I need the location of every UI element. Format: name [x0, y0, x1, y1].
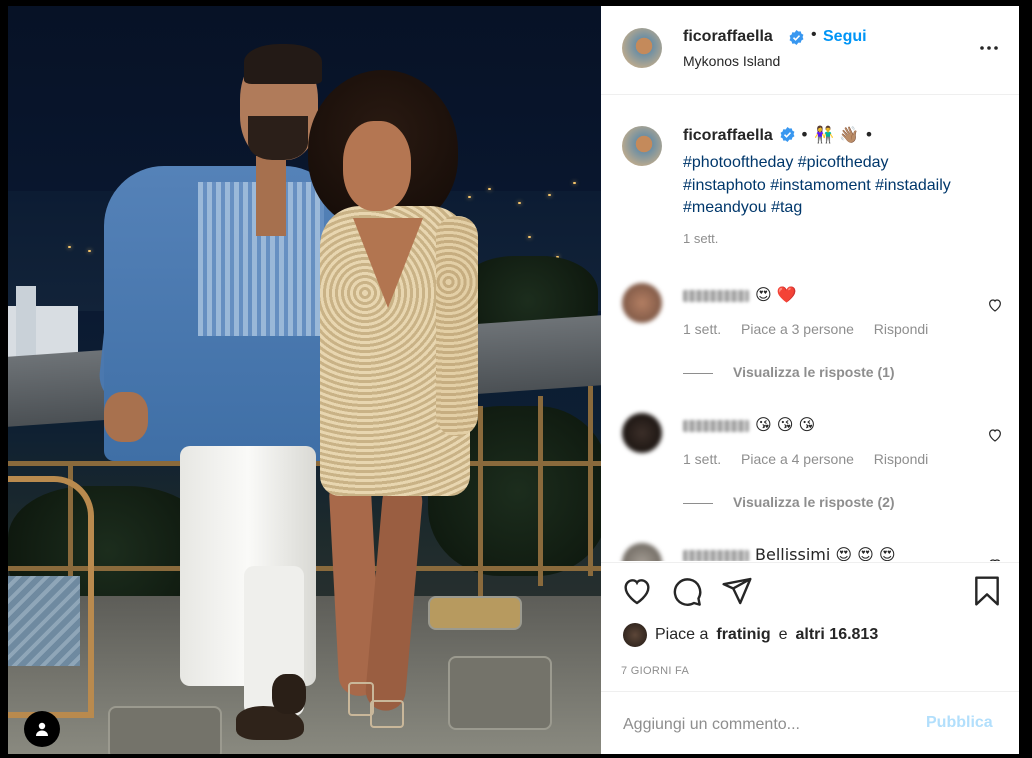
caption-hashtags: #photooftheday #picoftheday #instaphoto …	[683, 152, 1003, 220]
comment-body: 😘 😘 😘	[683, 415, 815, 435]
photo-woman-sandal	[370, 700, 404, 728]
follow-button[interactable]: Segui	[823, 28, 867, 46]
photo-man-hand	[104, 392, 148, 442]
comment-meta: 1 sett. Piace a 4 persone Rispondi	[683, 451, 944, 467]
add-comment-bar: Pubblica	[601, 691, 1019, 754]
likes-joiner: e	[778, 626, 788, 643]
likes-count-link[interactable]: altri 16.813	[796, 626, 879, 644]
bookmark-icon[interactable]	[971, 575, 1003, 607]
commenter-username-link[interactable]	[683, 289, 749, 302]
location-link[interactable]: Mykonos Island	[683, 53, 780, 69]
publish-button[interactable]: Pubblica	[926, 714, 993, 732]
comment-timestamp[interactable]: 1 sett.	[683, 321, 721, 337]
author-avatar[interactable]	[622, 28, 662, 68]
comment-reply-button[interactable]: Rispondi	[874, 321, 928, 337]
photo-man-beard	[248, 116, 308, 160]
hashtag-link[interactable]: #instadaily	[875, 177, 951, 194]
comment-like-heart-icon[interactable]	[987, 427, 1003, 443]
comment-text: Bellissimi 😍 😍 😍	[755, 545, 896, 561]
photo-light	[548, 194, 551, 196]
photo-light	[488, 188, 491, 190]
photo-railing	[478, 406, 483, 596]
user-tag-button[interactable]	[24, 711, 60, 747]
photo-railing	[588, 386, 593, 576]
caption-username-link[interactable]: ficoraffaella	[683, 127, 773, 144]
likes-summary: Piace a fratinig e altri 16.813	[623, 623, 878, 647]
commenter-username-link[interactable]	[683, 549, 749, 561]
photo-light	[528, 236, 531, 238]
verified-badge-icon	[780, 127, 795, 142]
view-replies-label: Visualizza le risposte (2)	[733, 494, 895, 510]
verified-badge-icon	[789, 30, 804, 45]
commenter-avatar[interactable]	[622, 413, 662, 453]
post-date[interactable]: 7 GIORNI FA	[621, 665, 689, 677]
hashtag-link[interactable]: #instamoment	[770, 177, 871, 194]
comment-likes-link[interactable]: Piace a 4 persone	[741, 451, 854, 467]
replies-divider	[683, 372, 713, 374]
separator-dot: •	[811, 26, 817, 43]
photo-man-shoe	[272, 674, 306, 714]
photo-stone	[448, 656, 552, 730]
post-photo[interactable]	[8, 6, 601, 754]
hashtag-link[interactable]: #picoftheday	[798, 154, 889, 171]
view-replies-button[interactable]: Visualizza le risposte (1)	[683, 364, 895, 380]
commenter-username-link[interactable]	[683, 419, 749, 432]
photo-light	[68, 246, 71, 248]
photo-railing	[538, 396, 543, 586]
heart-icon[interactable]	[621, 575, 653, 607]
commenter-avatar[interactable]	[622, 283, 662, 323]
caption-header: ficoraffaella • 👫 👋🏽 •	[683, 125, 874, 145]
liker-username-link[interactable]: fratinig	[716, 626, 770, 644]
photo-chair-seat	[8, 576, 80, 666]
caption-emoji-text: • 👫 👋🏽 •	[799, 125, 874, 144]
photo-light	[518, 202, 521, 204]
comments-list[interactable]: ficoraffaella • 👫 👋🏽 • #photooftheday #p…	[601, 95, 1019, 561]
replies-divider	[683, 502, 713, 504]
comment-text: 😘 😘 😘	[755, 415, 816, 434]
view-replies-label: Visualizza le risposte (1)	[733, 364, 895, 380]
photo-man-neck	[256, 156, 286, 236]
more-options-icon[interactable]	[977, 36, 1001, 60]
comment-like-heart-icon[interactable]	[987, 557, 1003, 561]
hashtag-link[interactable]: #tag	[771, 199, 802, 216]
comment-icon[interactable]	[671, 575, 703, 607]
photo-stone	[428, 596, 522, 630]
comment-text: 😍 ❤️	[755, 285, 797, 304]
post-actions: Piace a fratinig e altri 16.813 7 GIORNI…	[601, 562, 1019, 753]
view-replies-button[interactable]: Visualizza le risposte (2)	[683, 494, 895, 510]
share-icon[interactable]	[721, 575, 753, 607]
photo-woman-face	[343, 121, 411, 211]
post-modal: ficoraffaella • Segui Mykonos Island fic…	[0, 0, 1032, 758]
photo-woman-arm	[436, 216, 478, 436]
caption-author-avatar[interactable]	[622, 126, 662, 166]
post-header: ficoraffaella • Segui Mykonos Island	[601, 6, 1019, 95]
comment-body: 😍 ❤️	[683, 285, 797, 305]
author-username-link[interactable]: ficoraffaella	[683, 28, 773, 46]
comment-input[interactable]	[621, 710, 905, 740]
hashtag-link[interactable]: #instaphoto	[683, 177, 766, 194]
user-tag-icon	[36, 722, 48, 736]
photo-light	[468, 196, 471, 198]
comment-likes-link[interactable]: Piace a 3 persone	[741, 321, 854, 337]
photo-man-hair	[244, 44, 322, 84]
photo-light	[88, 250, 91, 252]
hashtag-link[interactable]: #meandyou	[683, 199, 767, 216]
post-side-panel: ficoraffaella • Segui Mykonos Island fic…	[601, 6, 1019, 754]
hashtag-link[interactable]: #photooftheday	[683, 154, 793, 171]
commenter-avatar[interactable]	[622, 543, 662, 561]
likes-prefix: Piace a	[655, 626, 709, 643]
comment-body: Bellissimi 😍 😍 😍	[683, 545, 896, 561]
comment-meta: 1 sett. Piace a 3 persone Rispondi	[683, 321, 944, 337]
photo-stone	[108, 706, 222, 754]
liker-avatar[interactable]	[623, 623, 647, 647]
comment-like-heart-icon[interactable]	[987, 297, 1003, 313]
comment-reply-button[interactable]: Rispondi	[874, 451, 928, 467]
comment-timestamp[interactable]: 1 sett.	[683, 451, 721, 467]
photo-light	[573, 182, 576, 184]
caption-timestamp[interactable]: 1 sett.	[683, 231, 718, 246]
